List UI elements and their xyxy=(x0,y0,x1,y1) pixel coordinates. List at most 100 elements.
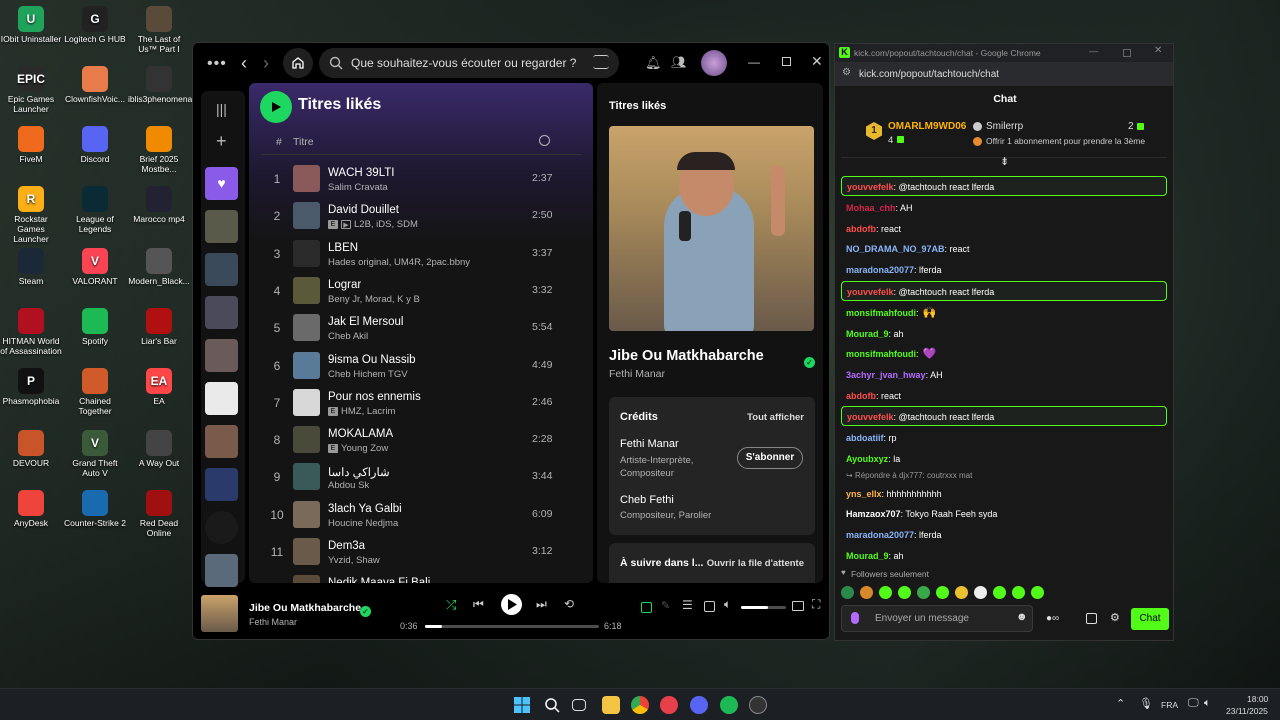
back-icon[interactable]: ‹ xyxy=(241,53,247,74)
desktop-icon[interactable]: League of Legends xyxy=(64,186,126,234)
chat-username[interactable]: maradona20077 xyxy=(846,265,914,275)
track-title[interactable]: MOKALAMA xyxy=(328,428,393,440)
artist-text[interactable]: Cheb Akil xyxy=(328,331,368,342)
chat-message[interactable]: monsifmahfoudi: 🙌 xyxy=(841,303,1167,323)
search-icon[interactable] xyxy=(544,697,560,713)
browse-icon[interactable] xyxy=(593,55,609,69)
chat-username[interactable]: Mohaa_chh xyxy=(846,203,896,213)
tokens-icon[interactable]: ●∞ xyxy=(1046,613,1059,624)
show-all-link[interactable]: Tout afficher xyxy=(747,412,804,423)
emote-icon[interactable] xyxy=(841,586,854,599)
home-button[interactable] xyxy=(283,48,313,78)
chat-username[interactable]: youvvefelk xyxy=(847,412,894,422)
track-row[interactable]: 10 3lach Ya Galbi Houcine Nedjma 6:09 xyxy=(249,497,593,534)
track-title[interactable]: LBEN xyxy=(328,242,358,254)
library-icon[interactable]: ||| xyxy=(216,101,227,117)
artist-text[interactable]: Hades original, UM4R, 2pac.bbny xyxy=(328,257,470,268)
search-bar[interactable]: Que souhaitez-vous écouter ou regarder ? xyxy=(319,48,619,78)
chat-username[interactable]: monsifmahfoudi xyxy=(846,349,916,359)
queue-icon[interactable]: ☰ xyxy=(682,598,693,612)
library-item[interactable] xyxy=(205,253,238,286)
desktop-icon[interactable]: Liar's Bar xyxy=(128,308,190,346)
desktop-icon[interactable]: Marocco mp4 xyxy=(128,186,190,224)
emote-icon[interactable] xyxy=(955,586,968,599)
liked-songs-thumb[interactable]: ♥ xyxy=(205,167,238,200)
chat-username[interactable]: 3achyr_jvan_hway xyxy=(846,370,926,380)
reply-context[interactable]: ↪ Répondre à djx777: coutrxxx mat xyxy=(846,471,972,480)
connect-device-icon[interactable] xyxy=(704,601,715,612)
clock-date[interactable]: 23/11/2025 xyxy=(1226,706,1268,716)
track-row[interactable]: 4 Lograr Beny Jr, Morad, K y B 3:32 xyxy=(249,273,593,310)
maximize-button[interactable] xyxy=(782,57,791,66)
track-row[interactable]: 7 Pour nos ennemis E HMZ, Lacrim 2:46 xyxy=(249,385,593,422)
artist-text[interactable]: Salim Cravata xyxy=(328,182,388,193)
emote-icon[interactable] xyxy=(1031,586,1044,599)
track-row[interactable]: 5 Jak El Mersoul Cheb Akil 5:54 xyxy=(249,310,593,347)
emote-icon[interactable] xyxy=(993,586,1006,599)
open-queue-link[interactable]: Ouvrir la file d'attente xyxy=(707,558,804,569)
app-icon[interactable] xyxy=(749,696,767,714)
desktop-icon[interactable]: R Rockstar Games Launcher xyxy=(0,186,62,244)
close-button[interactable]: ✕ xyxy=(1154,45,1162,56)
desktop-icon[interactable]: Modern_Black... xyxy=(128,248,190,286)
gift-text[interactable]: Offrir 1 abonnement pour prendre la 3ème xyxy=(986,136,1145,146)
next-icon[interactable]: ⏭︎ xyxy=(536,597,547,612)
track-title[interactable]: Pour nos ennemis xyxy=(328,391,421,403)
volume-tray-icon[interactable]: 🔈︎ xyxy=(1204,697,1211,710)
desktop-icon[interactable]: FiveM xyxy=(0,126,62,164)
chat-username[interactable]: NO_DRAMA_NO_97AB xyxy=(846,244,945,254)
chat-username[interactable]: yns_ellx xyxy=(846,489,882,499)
chat-username[interactable]: Mourad_9 xyxy=(846,329,889,339)
desktop-icon[interactable]: HITMAN World of Assassination xyxy=(0,308,62,356)
track-row[interactable]: 8 MOKALAMA E Young Zow 2:28 xyxy=(249,422,593,459)
miniplayer-icon[interactable] xyxy=(792,601,804,611)
windows-start-icon[interactable] xyxy=(514,697,530,713)
emote-icon[interactable] xyxy=(879,586,892,599)
track-title[interactable]: Jak El Mersoul xyxy=(328,316,403,328)
top-user2[interactable]: Smilerrp xyxy=(986,121,1023,132)
forward-icon[interactable]: › xyxy=(263,53,269,74)
track-row[interactable]: 1 WACH 39LTI Salim Cravata 2:37 xyxy=(249,161,593,198)
desktop-icon[interactable]: V Grand Theft Auto V xyxy=(64,430,126,478)
desktop-icon[interactable]: P Phasmophobia xyxy=(0,368,62,406)
chat-message[interactable]: Mohaa_chh: AH xyxy=(841,198,1167,218)
play-button[interactable] xyxy=(260,91,292,123)
more-icon[interactable]: ••• xyxy=(207,55,227,73)
desktop-icon[interactable]: EA EA xyxy=(128,368,190,406)
player-liked-icon[interactable]: ✓ xyxy=(360,606,371,617)
chat-username[interactable]: youvvefelk xyxy=(847,287,894,297)
track-title[interactable]: شاراكي داسا xyxy=(328,465,390,479)
previous-icon[interactable]: ⏮︎ xyxy=(473,597,484,612)
lyrics-icon[interactable]: ✎ xyxy=(661,599,670,612)
subscribe-button[interactable]: S'abonner xyxy=(737,447,803,469)
chat-message[interactable]: youvvefelk: @tachtouch react lferda xyxy=(841,176,1167,196)
desktop-icon[interactable]: Spotify xyxy=(64,308,126,346)
task-view-icon[interactable] xyxy=(572,699,586,711)
pause-play-button[interactable] xyxy=(501,594,522,615)
chat-message[interactable]: abdofb: react xyxy=(841,386,1167,406)
tray-chevron-icon[interactable]: ⌃ xyxy=(1116,697,1125,710)
chat-username[interactable]: Ayoubxyz xyxy=(846,454,888,464)
library-item[interactable] xyxy=(205,511,238,544)
track-row[interactable]: 9 شاراكي داسا Abdou Sk 3:44 xyxy=(249,459,593,496)
emote-icon[interactable] xyxy=(898,586,911,599)
desktop-icon[interactable]: Chained Together xyxy=(64,368,126,416)
chat-message[interactable]: youvvefelk: @tachtouch react lferda xyxy=(841,406,1167,427)
chat-message[interactable]: monsifmahfoudi: 💜 xyxy=(841,344,1167,364)
network-icon[interactable]: 🖵︎ xyxy=(1188,697,1199,710)
now-artist[interactable]: Fethi Manar xyxy=(609,368,665,380)
credit1-name[interactable]: Fethi Manar xyxy=(620,438,679,450)
site-info-icon[interactable]: ⚙ xyxy=(842,67,851,78)
library-item[interactable] xyxy=(205,468,238,501)
chat-message[interactable]: youvvefelk: @tachtouch react lferda xyxy=(841,280,1167,301)
chat-message[interactable]: Hamzaox707: Tokyo Raah Feeh syda xyxy=(841,504,1167,524)
chrome-icon[interactable] xyxy=(631,696,649,714)
desktop-icon[interactable]: Counter-Strike 2 xyxy=(64,490,126,528)
track-row[interactable]: 3 LBEN Hades original, UM4R, 2pac.bbny 3:37 xyxy=(249,236,593,273)
artist-text[interactable]: Beny Jr, Morad, K y B xyxy=(328,294,420,305)
desktop-icon[interactable]: DEVOUR xyxy=(0,430,62,468)
add-icon[interactable]: + xyxy=(216,131,227,152)
chat-username[interactable]: abdofb xyxy=(846,224,876,234)
player-title[interactable]: Jibe Ou Matkhabarche xyxy=(249,602,361,614)
now-title[interactable]: Jibe Ou Matkhabarche xyxy=(609,348,764,364)
